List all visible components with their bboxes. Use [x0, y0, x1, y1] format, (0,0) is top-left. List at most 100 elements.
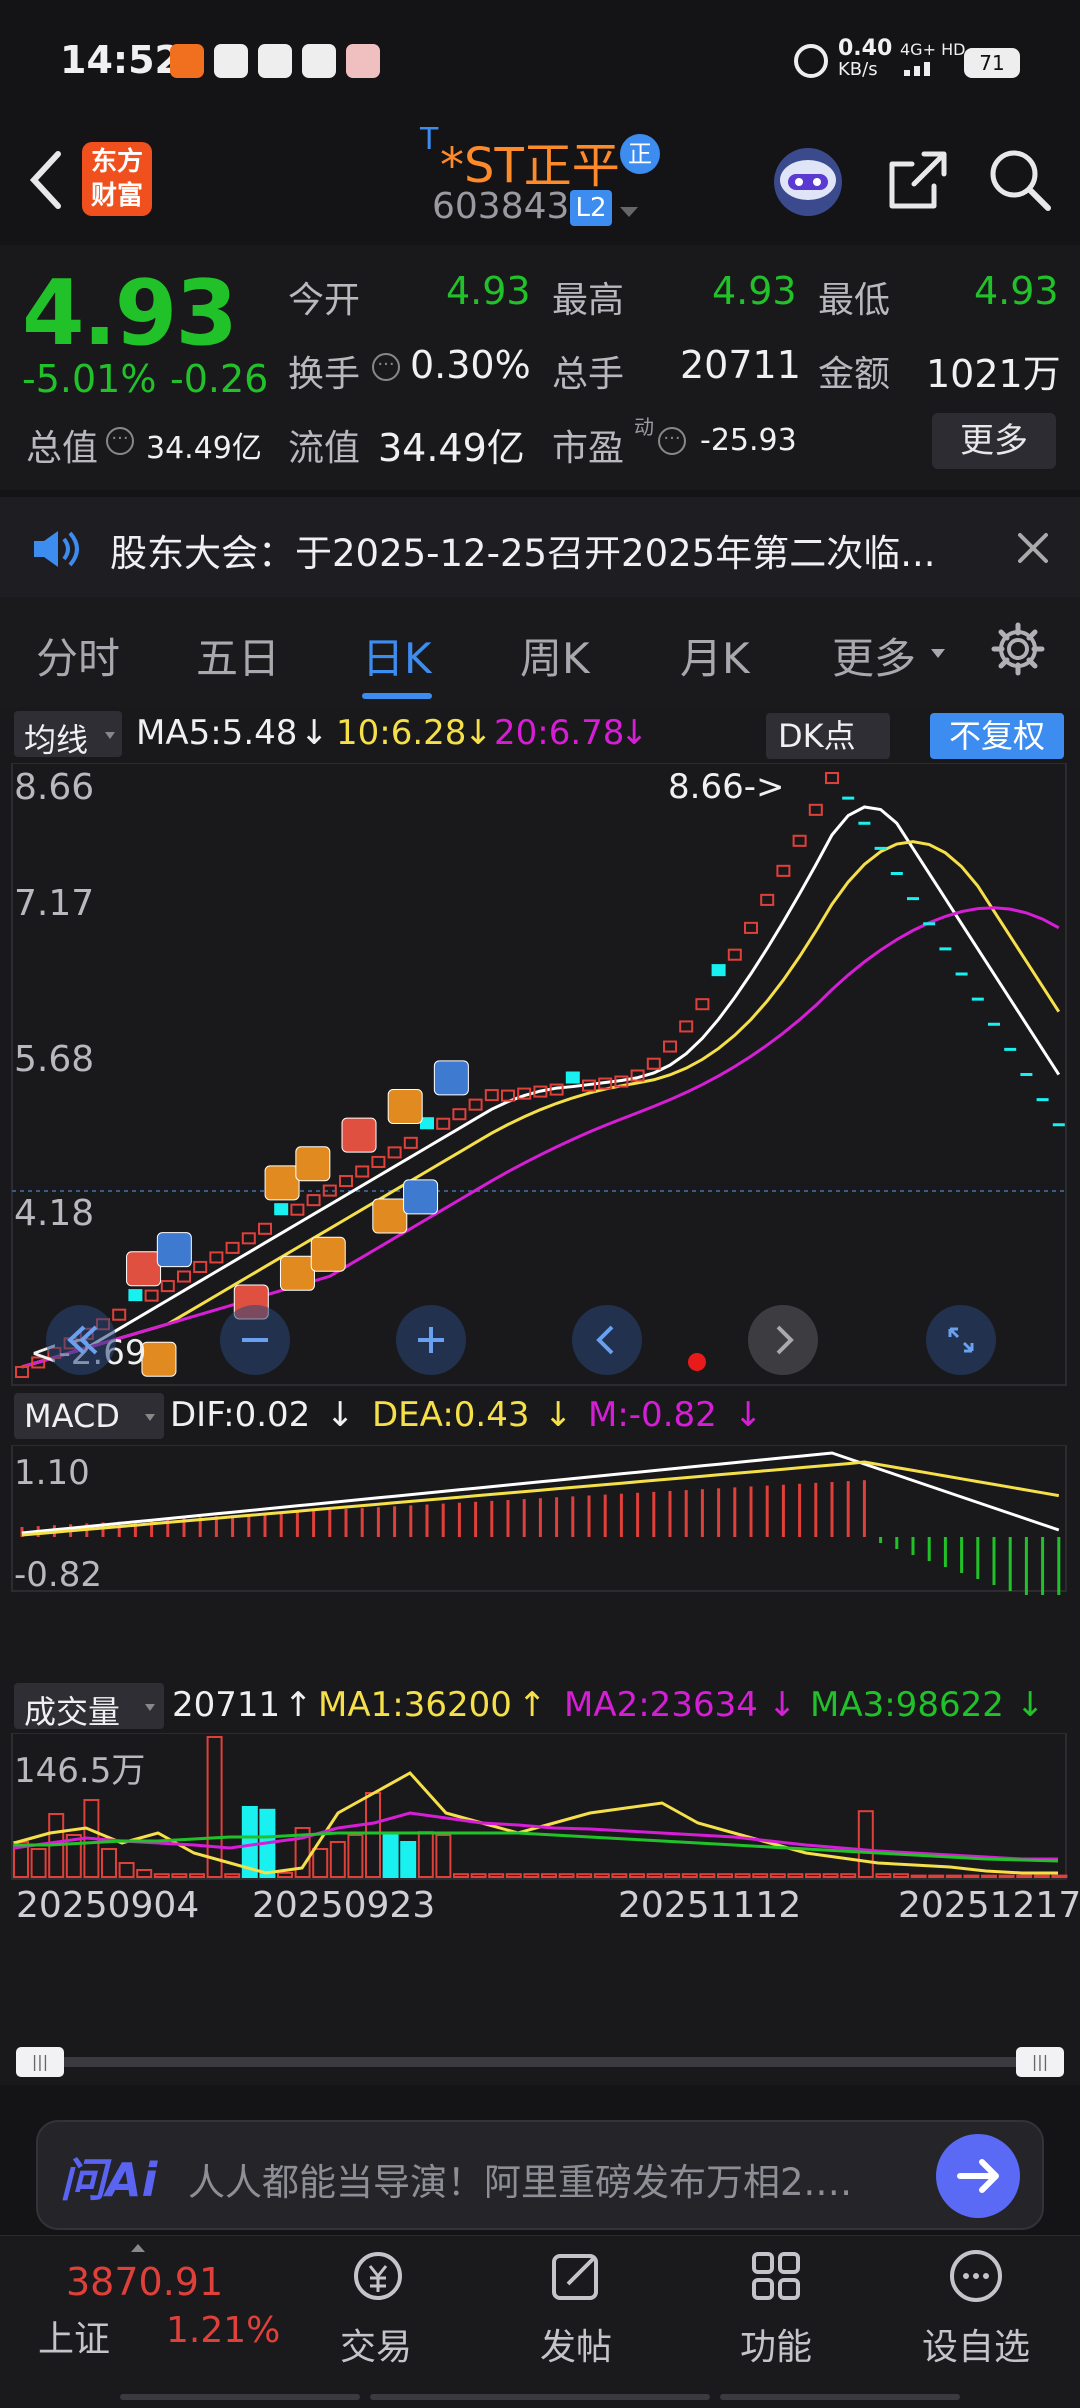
volume-bar: [664, 1873, 681, 1878]
nav-functions[interactable]: 功能: [676, 2236, 876, 2408]
candle: [695, 998, 710, 1011]
volume-bar: [101, 1848, 117, 1878]
range-slider-right-handle[interactable]: |||: [1016, 2047, 1064, 2077]
ma-indicator-label: 均线: [24, 721, 89, 759]
level2-badge[interactable]: L2: [570, 190, 612, 226]
notice-bar[interactable]: 股东大会：于2025-12-25召开2025年第二次临...: [0, 497, 1080, 597]
tab-daily-k[interactable]: 日K: [362, 625, 432, 686]
caret-down-icon[interactable]: [618, 204, 640, 218]
fullscreen-button[interactable]: [926, 1305, 996, 1375]
volume-bar: [840, 1873, 857, 1878]
volume-bar: [699, 1873, 716, 1878]
ma20-arrow: ↓: [620, 713, 649, 753]
volume-bar: [1051, 1874, 1068, 1879]
volume-bar: [312, 1848, 329, 1878]
ai-send-button[interactable]: [936, 2134, 1020, 2218]
candle: [306, 1194, 321, 1207]
zoom-out-button[interactable]: [220, 1305, 290, 1375]
candle: [387, 1146, 402, 1159]
volume-indicator-selector[interactable]: 成交量: [14, 1683, 164, 1731]
tab-intraday[interactable]: 分时: [36, 625, 120, 686]
ma20-label: 20:6.78: [494, 713, 625, 753]
previous-button[interactable]: [572, 1305, 642, 1375]
signal-marker: [310, 1236, 346, 1272]
candle: [452, 1108, 467, 1121]
macd-m-arrow: ↓: [734, 1395, 763, 1435]
turnover-label: 换手: [288, 354, 361, 395]
market-cap-label: 总值: [26, 428, 99, 469]
share-icon[interactable]: [884, 146, 952, 214]
tab-five-day[interactable]: 五日: [196, 625, 280, 686]
pe-label: 市盈: [552, 428, 625, 469]
more-button[interactable]: 更多: [932, 413, 1056, 469]
nav-label: 交易: [339, 2327, 412, 2368]
float-cap-value: 34.49亿: [378, 426, 525, 470]
rewind-button[interactable]: [46, 1305, 116, 1375]
signal-marker: [279, 1255, 315, 1291]
macd-chart: [11, 1445, 1067, 1595]
back-icon[interactable]: [22, 148, 68, 212]
dk-point-button[interactable]: DK点: [766, 713, 890, 759]
price-tick: 4.18: [14, 1193, 95, 1234]
info-icon[interactable]: ···: [658, 427, 686, 455]
candle: [258, 1222, 272, 1235]
nav-trade[interactable]: 交易: [276, 2236, 476, 2408]
search-icon[interactable]: [986, 146, 1054, 214]
title-prefix: T: [420, 122, 439, 157]
nav-add-watchlist[interactable]: 设自选: [876, 2236, 1076, 2408]
app-logo: 东方 财富: [82, 142, 152, 216]
candle: [760, 893, 775, 906]
close-icon[interactable]: [1016, 531, 1050, 565]
volume-bar: [382, 1834, 399, 1878]
candle: [339, 1175, 353, 1188]
macd-tick: 1.10: [14, 1453, 90, 1493]
date-label: 20251217: [898, 1885, 1080, 1926]
index-value: 3870.91: [66, 2260, 224, 2304]
stock-code: 603843: [432, 186, 570, 227]
candle: [209, 1251, 224, 1264]
adjust-button[interactable]: 不复权: [930, 713, 1064, 759]
ma-indicator-selector[interactable]: 均线: [14, 711, 122, 759]
ma10-arrow: ↓: [464, 713, 493, 753]
candle: [241, 1232, 256, 1245]
nav-post[interactable]: 发帖: [476, 2236, 676, 2408]
tab-weekly-k[interactable]: 周K: [520, 625, 590, 686]
caret-down-icon[interactable]: [930, 645, 946, 658]
volume-bar: [470, 1873, 487, 1878]
volume-bar: [945, 1874, 962, 1879]
net-speed: 0.40: [838, 36, 893, 61]
app-notification-icon: [170, 44, 204, 78]
candle: [792, 834, 807, 847]
settings-icon[interactable]: [990, 621, 1046, 677]
caret-up-icon: [130, 2238, 146, 2252]
ai-assistant-bar[interactable]: 问Ai 人人都能当导演！阿里重磅发布万相2.…: [36, 2120, 1044, 2230]
info-icon[interactable]: ···: [372, 353, 400, 381]
volume-bar: [593, 1873, 610, 1878]
app-notification-icon: [302, 44, 336, 78]
volume-bar: [523, 1873, 540, 1878]
tab-monthly-k[interactable]: 月K: [680, 625, 750, 686]
logo-text: 财富: [90, 181, 143, 211]
zoom-in-button[interactable]: [396, 1305, 466, 1375]
scroll-hint: [120, 2394, 360, 2400]
macd-indicator-selector[interactable]: MACD: [14, 1393, 164, 1439]
signal-marker: [433, 1060, 469, 1096]
amount-label: 金额: [818, 354, 891, 395]
info-icon[interactable]: ···: [106, 427, 134, 455]
index-name: 上证: [38, 2319, 111, 2360]
next-button[interactable]: [748, 1305, 818, 1375]
candle: [355, 1165, 370, 1178]
price-tick: 7.17: [14, 883, 95, 924]
signal-marker: [403, 1179, 439, 1215]
pe-value: -25.93: [700, 423, 797, 458]
volume-bar: [752, 1873, 769, 1878]
signal-marker: [295, 1146, 331, 1182]
volume-bar: [347, 1834, 364, 1878]
range-slider-left-handle[interactable]: |||: [16, 2047, 64, 2077]
robot-assistant-icon[interactable]: [768, 140, 848, 220]
tab-more[interactable]: 更多: [832, 625, 916, 686]
candle: [177, 1270, 191, 1283]
volume-bar: [277, 1871, 293, 1879]
ma5-arrow: ↓: [300, 713, 329, 753]
range-slider-track[interactable]: [40, 2057, 1040, 2067]
